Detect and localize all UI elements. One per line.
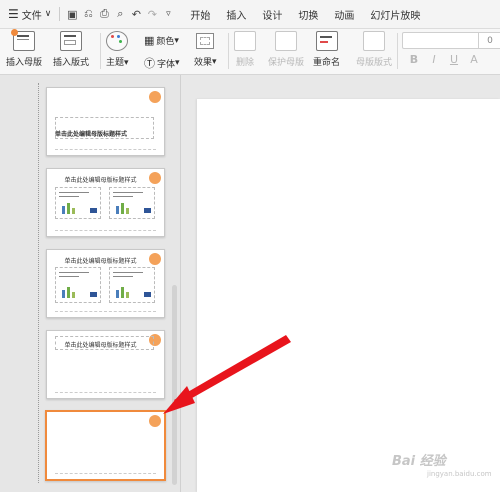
delete-button[interactable]: 删除 (234, 31, 256, 68)
layout-thumbnail-2[interactable]: 单击此处编辑母版标题样式 (46, 168, 165, 237)
protect-icon (275, 31, 297, 51)
delete-label: 删除 (235, 58, 254, 68)
theme-label-wrap: 主题▾ (106, 58, 129, 68)
footer-placeholder (55, 149, 156, 152)
thumbnail-title: 单击此处编辑母版标题样式 (64, 258, 137, 265)
effect-label: 效果 (194, 58, 213, 68)
theme-label: 主题 (106, 58, 125, 68)
thumbnail-title: 单击此处编辑母版标题样式 (55, 131, 128, 138)
print-icon[interactable]: ⎙ (96, 7, 112, 21)
footer-placeholder (55, 473, 156, 476)
insert-layout-icon (60, 31, 82, 51)
logo-splash-icon (149, 415, 161, 427)
divider (100, 33, 101, 69)
layout-thumbnail-4[interactable]: 单击此处编辑母版标题样式 (46, 330, 165, 399)
font-button[interactable]: Ⓣ 字体 ▾ (144, 55, 180, 71)
theme-button[interactable]: 主题▾ (106, 31, 129, 68)
insert-master-icon (11, 29, 35, 51)
insert-master-button[interactable]: 插入母版 (6, 29, 43, 68)
baidu-watermark: Bai 经验 (392, 454, 446, 469)
hamburger-icon: ☰ (8, 7, 19, 21)
slide-thumbnail-panel: 单击此处编辑母版标题样式 单击此处编辑母版标题样式 单击此处编辑母版标题样式 单… (0, 75, 181, 492)
layout-thumbnail-5-selected[interactable] (45, 410, 166, 481)
color-label: 颜色 (156, 37, 175, 47)
divider (228, 33, 229, 69)
font-size-input[interactable]: 0 (478, 32, 500, 49)
layout-thumbnail-1[interactable]: 单击此处编辑母版标题样式 (46, 87, 165, 156)
chevron-down-icon: ∨ (44, 9, 52, 19)
more-icon[interactable]: ▿ (160, 9, 176, 19)
palette-icon (106, 31, 129, 51)
format-buttons: B I U A (404, 53, 484, 66)
footer-placeholder (55, 392, 156, 395)
layout-thumbnail-3[interactable]: 单击此处编辑母版标题样式 (46, 249, 165, 318)
insert-layout-label: 插入版式 (53, 58, 90, 68)
rename-button[interactable]: 重命名 (313, 31, 340, 68)
font-label: 字体 (157, 59, 176, 70)
slide-editing-canvas[interactable] (197, 99, 500, 492)
effect-icon (196, 33, 214, 49)
redo-icon[interactable]: ↷ (144, 8, 160, 21)
color-grid-icon: ▦ (144, 34, 155, 47)
master-layout-button[interactable]: 母版版式 (356, 31, 392, 68)
export-icon[interactable]: ⎌ (80, 7, 96, 21)
logo-splash-icon (149, 172, 161, 184)
bold-button[interactable]: B (404, 53, 424, 66)
menu-bar: ☰ 文件 ∨ ▣ ⎌ ⎙ ⌕ ↶ ↷ ▿ 开始 插入 设计 切换 动画 幻灯片放… (0, 0, 500, 29)
thumbnail-title: 单击此处编辑母版标题样式 (64, 177, 137, 184)
master-connector-line (38, 83, 40, 483)
save-icon[interactable]: ▣ (64, 8, 80, 21)
color-button[interactable]: ▦ 颜色 ▾ (144, 34, 179, 47)
undo-icon[interactable]: ↶ (128, 8, 144, 21)
insert-master-label: 插入母版 (6, 58, 43, 68)
divider (59, 7, 61, 21)
font-circle-icon: Ⓣ (144, 57, 155, 70)
underline-button[interactable]: U (444, 53, 464, 66)
effect-button[interactable]: 效果 ▾ (194, 55, 217, 69)
content-placeholder-left (55, 267, 101, 303)
tab-transition[interactable]: 切换 (290, 7, 326, 22)
tab-home[interactable]: 开始 (182, 7, 218, 22)
title-placeholder (55, 336, 154, 350)
baidu-watermark-url: jingyan.baidu.com (427, 470, 492, 478)
content-placeholder-right (109, 267, 155, 303)
delete-icon (234, 31, 256, 51)
tab-insert[interactable]: 插入 (218, 7, 254, 22)
insert-layout-button[interactable]: 插入版式 (53, 31, 89, 68)
font-color-button[interactable]: A (464, 53, 484, 66)
ribbon: 插入母版 插入版式 主题▾ ▦ 颜色 ▾ Ⓣ 字体 ▾ 效果 ▾ 删除 保护母版… (0, 29, 500, 75)
tab-design[interactable]: 设计 (254, 7, 290, 22)
tab-animation[interactable]: 动画 (326, 7, 362, 22)
protect-master-label: 保护母版 (268, 58, 305, 68)
logo-splash-icon (149, 91, 161, 103)
footer-placeholder (55, 311, 156, 314)
footer-placeholder (55, 230, 156, 233)
logo-splash-icon (149, 253, 161, 265)
print-preview-icon[interactable]: ⌕ (112, 7, 128, 21)
content-placeholder-right (109, 187, 155, 219)
content-placeholder-left (55, 187, 101, 219)
italic-button[interactable]: I (424, 53, 444, 66)
effect-swatch[interactable] (196, 33, 214, 49)
tab-slideshow[interactable]: 幻灯片放映 (362, 7, 428, 22)
master-layout-icon (363, 31, 385, 51)
rename-icon (315, 31, 338, 51)
quick-access-toolbar: ▣ ⎌ ⎙ ⌕ ↶ ↷ ▿ (64, 7, 176, 21)
master-layout-label: 母版版式 (356, 58, 393, 68)
file-menu[interactable]: ☰ 文件 ∨ (0, 7, 55, 22)
divider (397, 33, 398, 69)
ribbon-tabs: 开始 插入 设计 切换 动画 幻灯片放映 (182, 7, 428, 22)
file-menu-label: 文件 (21, 10, 42, 22)
panel-scrollbar[interactable] (172, 285, 177, 485)
font-name-input[interactable] (402, 32, 480, 49)
rename-label: 重命名 (313, 58, 341, 68)
protect-master-button[interactable]: 保护母版 (268, 31, 304, 68)
